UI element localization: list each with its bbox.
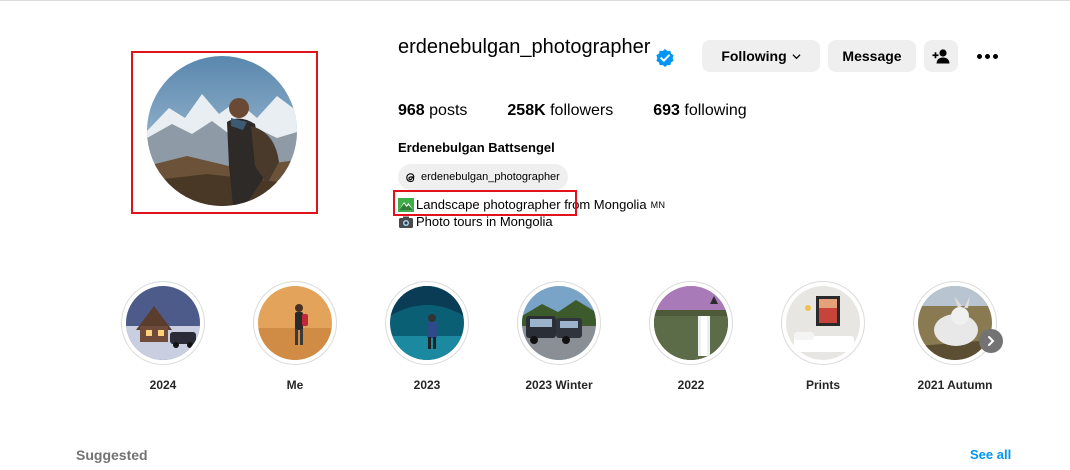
- bio-line-2: Photo tours in Mongolia: [398, 214, 553, 230]
- highlight-2023[interactable]: 2023: [385, 281, 469, 392]
- chevron-down-icon: [792, 53, 801, 59]
- highlight-label: 2023: [413, 378, 441, 392]
- highlight-2022[interactable]: 2022: [649, 281, 733, 392]
- highlight-2023-image: [390, 286, 464, 360]
- more-options-icon[interactable]: [972, 44, 1002, 68]
- highlight-label: Me: [286, 378, 304, 392]
- highlight-prints[interactable]: Prints: [781, 281, 865, 392]
- followers-label: followers: [550, 102, 614, 119]
- profile-stats: 968 posts 258K followers 693 following: [398, 101, 787, 121]
- avatar-highlight-box: [131, 51, 318, 214]
- profile-full-name: Erdenebulgan Battsengel: [398, 140, 555, 155]
- profile-username: erdenebulgan_photographer: [398, 36, 651, 58]
- threads-icon: [406, 172, 415, 182]
- highlight-2024-image: [126, 286, 200, 360]
- following-button[interactable]: Following: [702, 40, 820, 72]
- threads-badge[interactable]: erdenebulgan_photographer: [398, 164, 568, 190]
- suggested-heading: Suggested: [76, 447, 148, 463]
- message-button-label: Message: [842, 48, 902, 64]
- threads-handle: erdenebulgan_photographer: [421, 171, 560, 183]
- following-button-label: Following: [721, 48, 787, 64]
- highlight-2023-winter-image: [522, 286, 596, 360]
- message-button[interactable]: Message: [828, 40, 916, 72]
- camera-emoji-icon: [399, 216, 413, 228]
- highlight-2022-image: [654, 286, 728, 360]
- posts-label: posts: [429, 102, 468, 119]
- mongolia-flag-text: MN: [650, 200, 666, 210]
- bio-highlight-box: [393, 190, 577, 216]
- highlight-label: 2022: [677, 378, 705, 392]
- highlight-2024[interactable]: 2024: [121, 281, 205, 392]
- following-count: 693: [653, 102, 680, 119]
- following-stat[interactable]: 693 following: [653, 101, 746, 121]
- verified-badge-icon: [656, 49, 674, 67]
- followers-count: 258K: [507, 102, 546, 119]
- top-divider: [0, 0, 1070, 1]
- highlight-label: Prints: [805, 378, 840, 392]
- highlight-prints-image: [786, 286, 860, 360]
- suggest-users-button[interactable]: [924, 40, 958, 72]
- add-user-icon: [932, 49, 950, 64]
- bio-tours-text: Photo tours in Mongolia: [416, 214, 553, 229]
- highlight-2021-autumn-image: [918, 286, 992, 360]
- following-label: following: [684, 102, 747, 119]
- highlight-label: 2021 Autumn: [917, 378, 993, 392]
- highlights-next-button[interactable]: [979, 329, 1003, 353]
- highlight-label: 2024: [149, 378, 177, 392]
- chevron-right-icon: [988, 336, 995, 346]
- highlight-label: 2023 Winter: [525, 378, 593, 392]
- highlight-me[interactable]: Me: [253, 281, 337, 392]
- followers-stat[interactable]: 258K followers: [507, 101, 613, 121]
- see-all-link[interactable]: See all: [970, 447, 1011, 462]
- posts-stat[interactable]: 968 posts: [398, 101, 467, 121]
- posts-count: 968: [398, 102, 425, 119]
- highlight-2023-winter[interactable]: 2023 Winter: [517, 281, 601, 392]
- highlight-me-image: [258, 286, 332, 360]
